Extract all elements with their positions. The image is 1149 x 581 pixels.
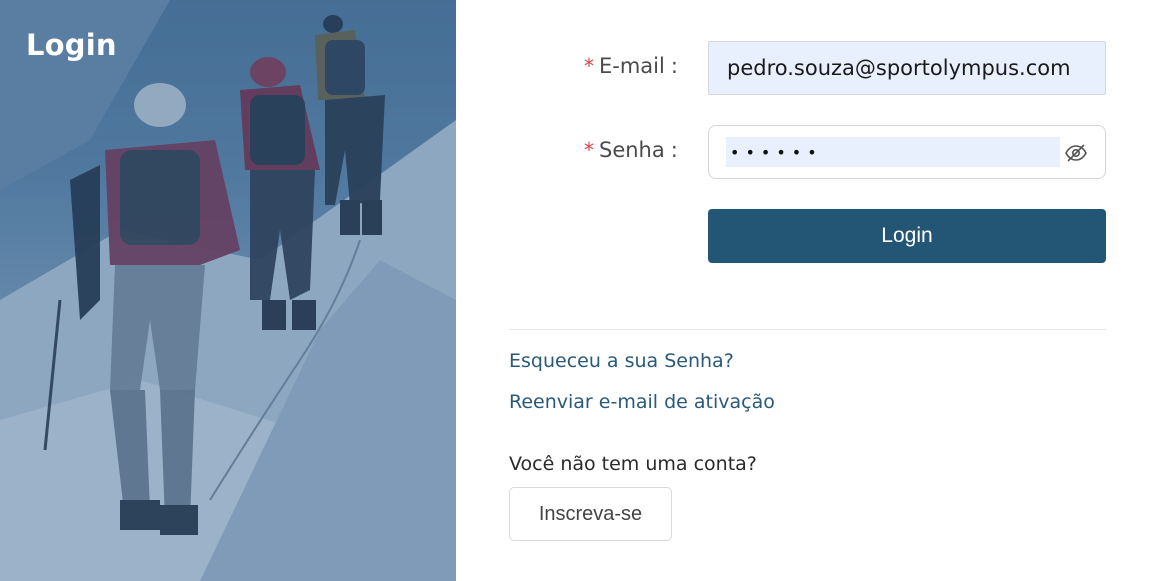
- login-page: Login * E-mail : pedro.souza@sportolympu…: [0, 0, 1149, 581]
- password-label: * Senha :: [584, 138, 678, 162]
- email-field[interactable]: pedro.souza@sportolympus.com: [708, 41, 1106, 95]
- label-colon: :: [670, 54, 678, 78]
- required-mark: *: [584, 138, 594, 162]
- hero-image: Login: [0, 0, 456, 581]
- password-field[interactable]: ••••••: [726, 137, 1060, 167]
- required-mark: *: [584, 54, 594, 78]
- password-label-text: Senha: [599, 138, 665, 162]
- eye-slash-icon[interactable]: [1064, 141, 1088, 165]
- signup-button[interactable]: Inscreva-se: [509, 487, 672, 541]
- no-account-text: Você não tem uma conta?: [509, 453, 757, 475]
- login-button[interactable]: Login: [708, 209, 1106, 263]
- divider: [509, 329, 1106, 330]
- forgot-password-link[interactable]: Esqueceu a sua Senha?: [509, 350, 734, 372]
- hero-overlay: [0, 0, 456, 581]
- resend-activation-link[interactable]: Reenviar e-mail de ativação: [509, 391, 775, 413]
- email-label: * E-mail :: [584, 54, 678, 78]
- page-title: Login: [26, 28, 117, 62]
- label-colon: :: [670, 138, 678, 162]
- email-label-text: E-mail: [599, 54, 665, 78]
- password-input-wrapper: ••••••: [708, 125, 1106, 179]
